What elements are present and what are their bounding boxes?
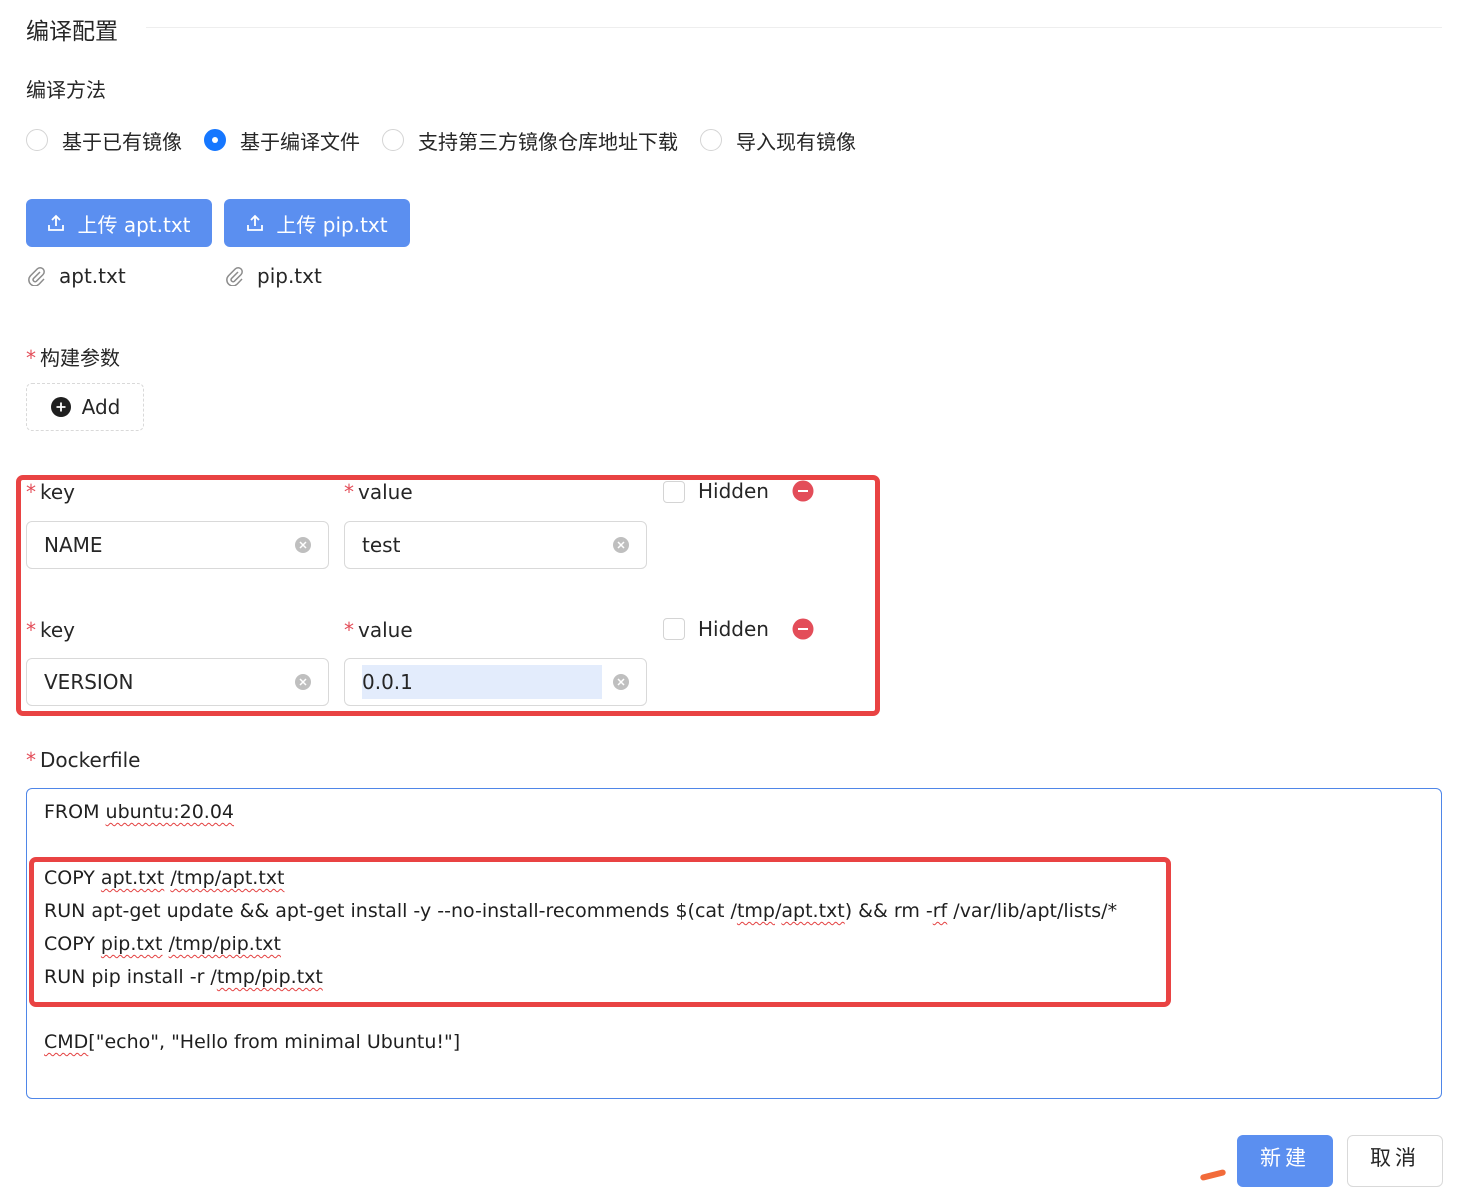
dockerfile-label: * Dockerfile [26, 748, 141, 772]
key-label-text: key [40, 618, 76, 642]
create-button[interactable]: 新建 [1237, 1135, 1333, 1187]
value-input[interactable]: 0.0.1 [344, 658, 647, 706]
file-name: pip.txt [257, 264, 322, 288]
upload-pip-button[interactable]: 上传 pip.txt [224, 199, 410, 247]
code-token-misspelled: CMD [44, 1031, 89, 1053]
key-label: * key [26, 480, 75, 504]
required-mark: * [26, 748, 36, 772]
radio-build-file[interactable]: 基于编译文件 [204, 126, 360, 155]
required-mark: * [344, 618, 354, 642]
clear-icon[interactable] [294, 536, 312, 554]
hidden-label: Hidden [698, 617, 769, 641]
code-line-copy-pip: COPY pip.txt /tmp/pip.txt [44, 933, 281, 955]
code-line-from: FROM ubuntu:20.04 [44, 801, 234, 823]
upload-apt-label: 上传 apt.txt [77, 212, 191, 237]
radio-circle-checked[interactable] [204, 129, 226, 151]
radio-label: 基于已有镜像 [62, 129, 182, 154]
radio-label: 导入现有镜像 [736, 129, 856, 154]
file-item-pip[interactable]: pip.txt [224, 264, 322, 288]
radio-circle[interactable] [26, 129, 48, 151]
cancel-button[interactable]: 取消 [1347, 1135, 1443, 1187]
radio-third-party-registry[interactable]: 支持第三方镜像仓库地址下载 [382, 126, 678, 155]
required-mark: * [26, 480, 36, 504]
annotation-arrow [1199, 1168, 1227, 1182]
radio-import-image[interactable]: 导入现有镜像 [700, 126, 856, 155]
upload-apt-button[interactable]: 上传 apt.txt [26, 199, 212, 247]
code-line-copy-apt: COPY apt.txt /tmp/apt.txt [44, 867, 284, 889]
method-radio-group: 基于已有镜像 基于编译文件 支持第三方镜像仓库地址下载 导入现有镜像 [26, 124, 878, 156]
key-label: * key [26, 618, 75, 642]
code-token: RUN pip install -r / [44, 966, 217, 988]
code-token-misspelled: /tmp/apt.txt [170, 867, 285, 889]
code-token-misspelled: tmp/pip.txt [216, 966, 323, 988]
key-input-value: VERSION [44, 670, 134, 694]
required-mark: * [26, 618, 36, 642]
code-token-misspelled: pip.txt [100, 933, 163, 955]
value-label: * value [344, 480, 413, 504]
radio-label: 基于编译文件 [240, 129, 360, 154]
code-token-misspelled: tmp [736, 900, 775, 922]
code-token: FROM [44, 801, 106, 823]
build-args-label-text: 构建参数 [40, 346, 120, 370]
upload-icon [48, 214, 65, 231]
code-token-misspelled: ubuntu:20.04 [105, 801, 235, 823]
clear-icon[interactable] [612, 536, 630, 554]
section-title: 编译配置 [26, 19, 118, 45]
dockerfile-label-text: Dockerfile [40, 748, 141, 772]
paperclip-icon [226, 266, 243, 286]
code-token: COPY [44, 933, 101, 955]
hidden-label: Hidden [698, 479, 769, 503]
method-label: 编译方法 [26, 78, 106, 102]
radio-existing-image[interactable]: 基于已有镜像 [26, 126, 182, 155]
code-token: COPY [44, 867, 101, 889]
key-input-value: NAME [44, 533, 103, 557]
remove-row-icon[interactable] [792, 480, 814, 502]
code-line-run-apt: RUN apt-get update && apt-get install -y… [44, 900, 1117, 922]
code-token-misspelled: apt.txt [781, 900, 845, 922]
code-token: /var/lib/apt/lists/* [947, 900, 1118, 922]
upload-pip-label: 上传 pip.txt [276, 212, 388, 237]
file-item-apt[interactable]: apt.txt [26, 264, 126, 288]
code-token: ) && rm - [844, 900, 933, 922]
radio-circle[interactable] [700, 129, 722, 151]
value-input-value: test [362, 533, 401, 557]
plus-circle-icon [50, 397, 71, 417]
add-build-arg-button[interactable]: Add [26, 383, 144, 431]
value-label-text: value [358, 480, 413, 504]
key-label-text: key [40, 480, 76, 504]
code-token-misspelled: apt.txt [100, 867, 165, 889]
add-label: Add [81, 395, 121, 419]
hidden-checkbox[interactable] [663, 618, 685, 640]
paperclip-icon [28, 266, 45, 286]
clear-icon[interactable] [612, 673, 630, 691]
code-token-misspelled: /tmp/pip.txt [168, 933, 281, 955]
section-divider [146, 27, 1442, 28]
clear-icon[interactable] [294, 673, 312, 691]
key-input[interactable]: NAME [26, 521, 329, 569]
code-token: RUN apt-get update && apt-get install -y… [44, 900, 737, 922]
value-input[interactable]: test [344, 521, 647, 569]
file-name: apt.txt [59, 264, 126, 288]
value-label-text: value [358, 618, 413, 642]
code-token-misspelled: rf [932, 900, 948, 922]
radio-circle[interactable] [382, 129, 404, 151]
key-input[interactable]: VERSION [26, 658, 329, 706]
build-args-label: * 构建参数 [26, 342, 120, 371]
remove-row-icon[interactable] [792, 618, 814, 640]
required-mark: * [26, 346, 36, 370]
value-label: * value [344, 618, 413, 642]
radio-label: 支持第三方镜像仓库地址下载 [418, 129, 678, 154]
code-token: ["echo", "Hello from minimal Ubuntu!"] [88, 1031, 461, 1053]
upload-icon [247, 214, 264, 231]
code-line-cmd: CMD["echo", "Hello from minimal Ubuntu!"… [44, 1031, 460, 1053]
value-input-value-selected: 0.0.1 [362, 665, 602, 699]
required-mark: * [344, 480, 354, 504]
hidden-checkbox[interactable] [663, 481, 685, 503]
code-line-run-pip: RUN pip install -r /tmp/pip.txt [44, 966, 323, 988]
